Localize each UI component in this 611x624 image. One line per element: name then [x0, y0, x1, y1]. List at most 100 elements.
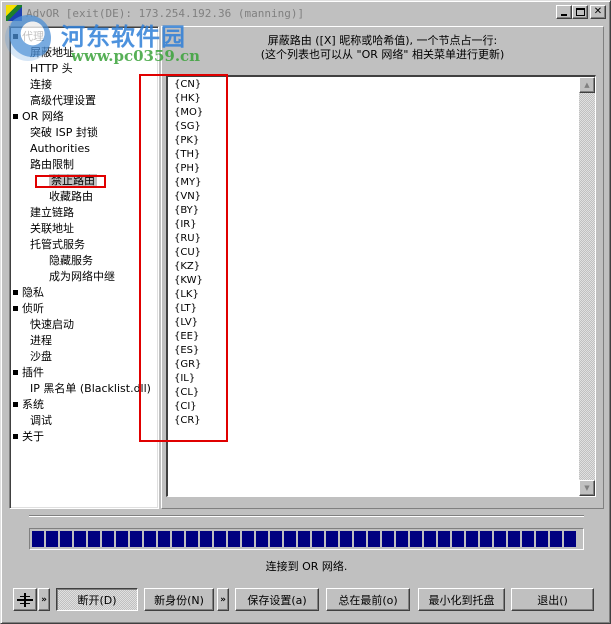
progress-block [368, 531, 380, 547]
network-menu-button[interactable] [13, 588, 37, 611]
tree-item-label: 高级代理设置 [30, 94, 96, 107]
tree-item[interactable]: 进程 [30, 333, 52, 349]
arrow-up-icon: ▲ [584, 81, 590, 89]
expand-bullet-icon[interactable] [13, 369, 18, 375]
expand-bullet-icon[interactable] [13, 305, 18, 311]
progress-block [144, 531, 156, 547]
disconnect-label: 断开(D) [77, 593, 117, 607]
panel-header-line2: (这个列表也可以从 "OR 网络" 相关菜单进行更新) [260, 48, 505, 61]
maximize-icon [575, 8, 585, 16]
app-window: AdvOR [exit(DE): 173.254.192.36 (manning… [0, 0, 611, 624]
tree-item[interactable]: Authorities [30, 141, 90, 157]
tree-item[interactable]: 建立链路 [30, 205, 74, 221]
banned-route-line: {KZ} [174, 261, 201, 272]
tree-item-label: 连接 [30, 78, 52, 91]
progress-block [326, 531, 338, 547]
expand-bullet-icon[interactable] [13, 401, 18, 407]
tree-item-label: IP 黑名单 (Blacklist.dll) [30, 382, 151, 395]
scroll-up-button[interactable]: ▲ [579, 77, 595, 93]
tree-item[interactable]: 禁止路由 [49, 173, 97, 189]
close-icon: ✕ [593, 6, 603, 17]
status-text: 连接到 OR 网络. [265, 560, 348, 573]
always-on-top-button[interactable]: 总在最前(o) [326, 588, 410, 611]
banned-route-line: {LK} [174, 289, 199, 300]
banned-route-line: {CU} [174, 247, 202, 258]
expand-bullet-icon[interactable] [13, 113, 18, 119]
tree-item[interactable]: 连接 [30, 77, 52, 93]
new-identity-more-button[interactable]: » [217, 588, 229, 611]
tree-item[interactable]: 收藏路由 [49, 189, 93, 205]
banned-route-line: {LT} [174, 303, 198, 314]
progress-block [88, 531, 100, 547]
tree-item[interactable]: 托管式服务 [30, 237, 85, 253]
tree-item-label: 托管式服务 [30, 238, 85, 251]
exit-label: 退出() [537, 593, 568, 607]
progress-block [130, 531, 142, 547]
minimize-to-tray-button[interactable]: 最小化到托盘 [418, 588, 505, 611]
banned-routes-list: {CN} {HK} {MO} {SG} {PK} {TH} {PH} {MY} {VN} {BY}… [174, 78, 203, 428]
title-bar[interactable]: AdvOR [exit(DE): 173.254.192.36 (manning… [4, 4, 607, 22]
progress-block [564, 531, 576, 547]
progress-block [438, 531, 450, 547]
tree-item[interactable]: 侦听 [13, 301, 44, 317]
tree-item[interactable]: 隐藏服务 [49, 253, 93, 269]
tree-item[interactable]: 突破 ISP 封锁 [30, 125, 98, 141]
tree-item[interactable]: 快速启动 [30, 317, 74, 333]
progress-block [382, 531, 394, 547]
tree-item[interactable]: 关于 [13, 429, 44, 445]
tree-item[interactable]: HTTP 头 [30, 61, 73, 77]
tree-item[interactable]: 插件 [13, 365, 44, 381]
settings-tree[interactable]: 代理 屏蔽地址 HTTP 头连接高级代理设置 OR 网络突破 ISP 封锁 Author… [9, 26, 159, 509]
banned-route-line: {EE} [174, 331, 200, 342]
banned-route-line: {CL} [174, 387, 200, 398]
banned-route-line: {IR} [174, 219, 197, 230]
progress-block [46, 531, 58, 547]
minimize-button[interactable] [556, 5, 572, 19]
connection-progress-bar [29, 528, 584, 550]
tree-item[interactable]: 调试 [30, 413, 52, 429]
tree-item[interactable]: IP 黑名单 (Blacklist.dll) [30, 381, 151, 397]
tree-item[interactable]: OR 网络 [13, 109, 64, 125]
tree-item[interactable]: 隐私 [13, 285, 44, 301]
banned-route-line: {CN} [174, 79, 202, 90]
progress-block [508, 531, 520, 547]
tree-item[interactable]: 路由限制 [30, 157, 74, 173]
tree-item[interactable]: 高级代理设置 [30, 93, 96, 109]
progress-block [32, 531, 44, 547]
tree-item-label: 成为网络中继 [49, 270, 115, 283]
banned-route-line: {TH} [174, 149, 201, 160]
expand-bullet-icon[interactable] [13, 289, 18, 295]
maximize-button[interactable] [572, 5, 588, 19]
progress-block [214, 531, 226, 547]
network-menu-more-button[interactable]: » [38, 588, 50, 611]
banned-route-line: {MO} [174, 107, 204, 118]
new-identity-button[interactable]: 新身份(N) [144, 588, 214, 611]
tree-item[interactable]: 屏蔽地址 [30, 45, 74, 61]
vertical-scrollbar[interactable]: ▲ ▼ [579, 77, 595, 496]
tree-item[interactable]: 系统 [13, 397, 44, 413]
minimize-to-tray-label: 最小化到托盘 [428, 593, 495, 607]
progress-block [494, 531, 506, 547]
exit-button[interactable]: 退出() [511, 588, 594, 611]
tree-item-label: OR 网络 [22, 110, 64, 123]
disconnect-button[interactable]: 断开(D) [56, 588, 138, 611]
banned-route-line: {KW} [174, 275, 203, 286]
scroll-down-button[interactable]: ▼ [579, 480, 595, 496]
tree-item[interactable]: 成为网络中继 [49, 269, 115, 285]
expand-bullet-icon[interactable] [13, 433, 18, 439]
chevron-right-icon: » [41, 594, 47, 605]
progress-block [74, 531, 86, 547]
close-button[interactable]: ✕ [590, 5, 606, 19]
tree-item[interactable]: 关联地址 [30, 221, 74, 237]
tree-item[interactable]: 沙盘 [30, 349, 52, 365]
arrow-down-icon: ▼ [584, 484, 590, 492]
expand-bullet-icon[interactable] [13, 33, 18, 39]
save-settings-button[interactable]: 保存设置(a) [235, 588, 319, 611]
banned-routes-textarea[interactable]: {CN} {HK} {MO} {SG} {PK} {TH} {PH} {MY} {VN} {BY}… [166, 75, 596, 497]
tree-item-label: 收藏路由 [49, 190, 93, 203]
always-on-top-label: 总在最前(o) [338, 593, 398, 607]
progress-block [550, 531, 562, 547]
progress-block [60, 531, 72, 547]
tree-item[interactable]: 代理 [13, 29, 44, 45]
tree-item-label: 关于 [22, 430, 44, 443]
